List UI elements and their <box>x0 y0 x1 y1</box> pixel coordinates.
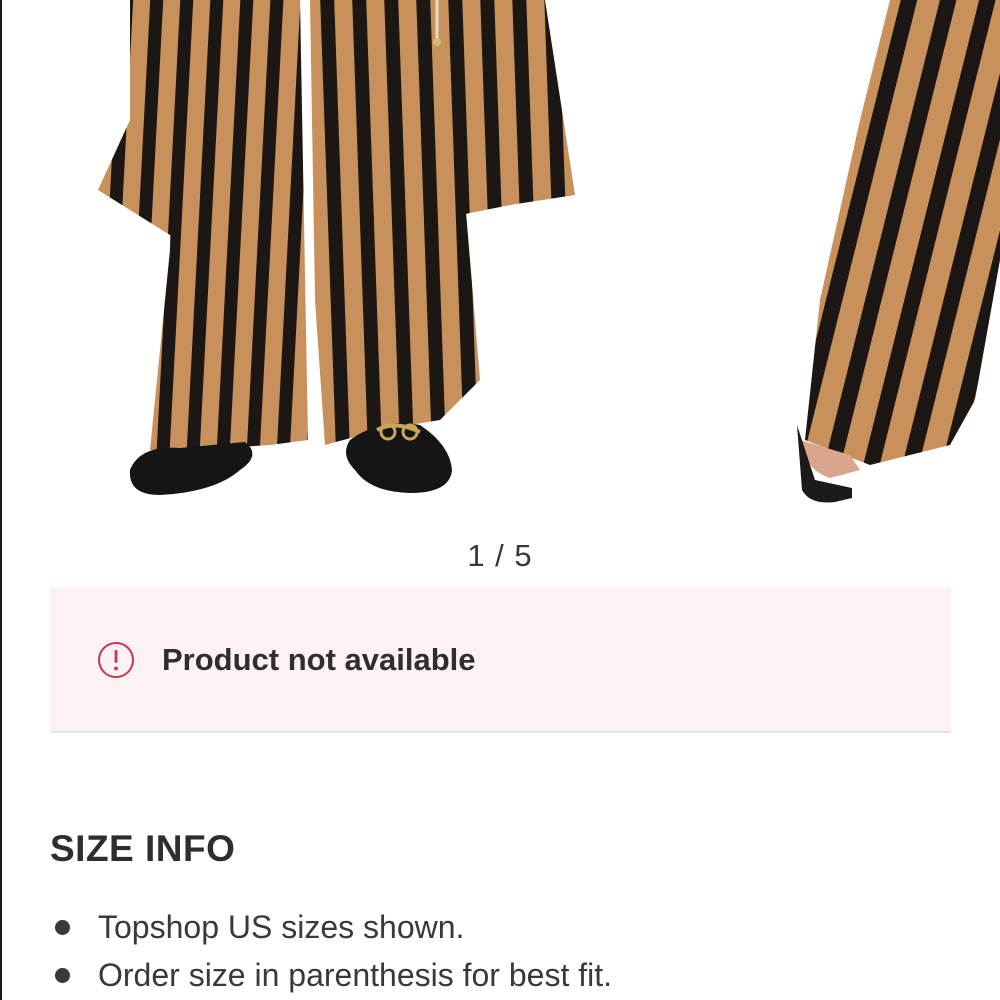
gallery-pager: 1 / 5 <box>467 538 533 573</box>
size-info-item-text: Topshop US sizes shown. <box>98 909 465 945</box>
product-image[interactable] <box>0 0 1000 530</box>
loafer-left <box>129 442 253 495</box>
trouser-right-model <box>805 0 1000 465</box>
list-item: Topshop US sizes shown. <box>50 903 990 951</box>
product-unavailable-alert: Product not available <box>50 587 951 733</box>
trouser-left-leg <box>150 0 308 450</box>
bullet-icon <box>55 968 70 983</box>
size-info-heading: SIZE INFO <box>50 828 236 869</box>
product-image-gallery[interactable] <box>0 0 1000 530</box>
size-info-list: Topshop US sizes shown. Order size in pa… <box>50 903 990 999</box>
exclamation-circle-icon <box>98 642 134 678</box>
loafer-right <box>346 423 452 493</box>
trouser-right-leg <box>310 0 480 445</box>
size-info-item-text: Order size in parenthesis for best fit. <box>98 957 612 993</box>
bullet-icon <box>55 920 70 935</box>
list-item: Order size in parenthesis for best fit. <box>50 951 990 999</box>
alert-message: Product not available <box>162 642 476 677</box>
